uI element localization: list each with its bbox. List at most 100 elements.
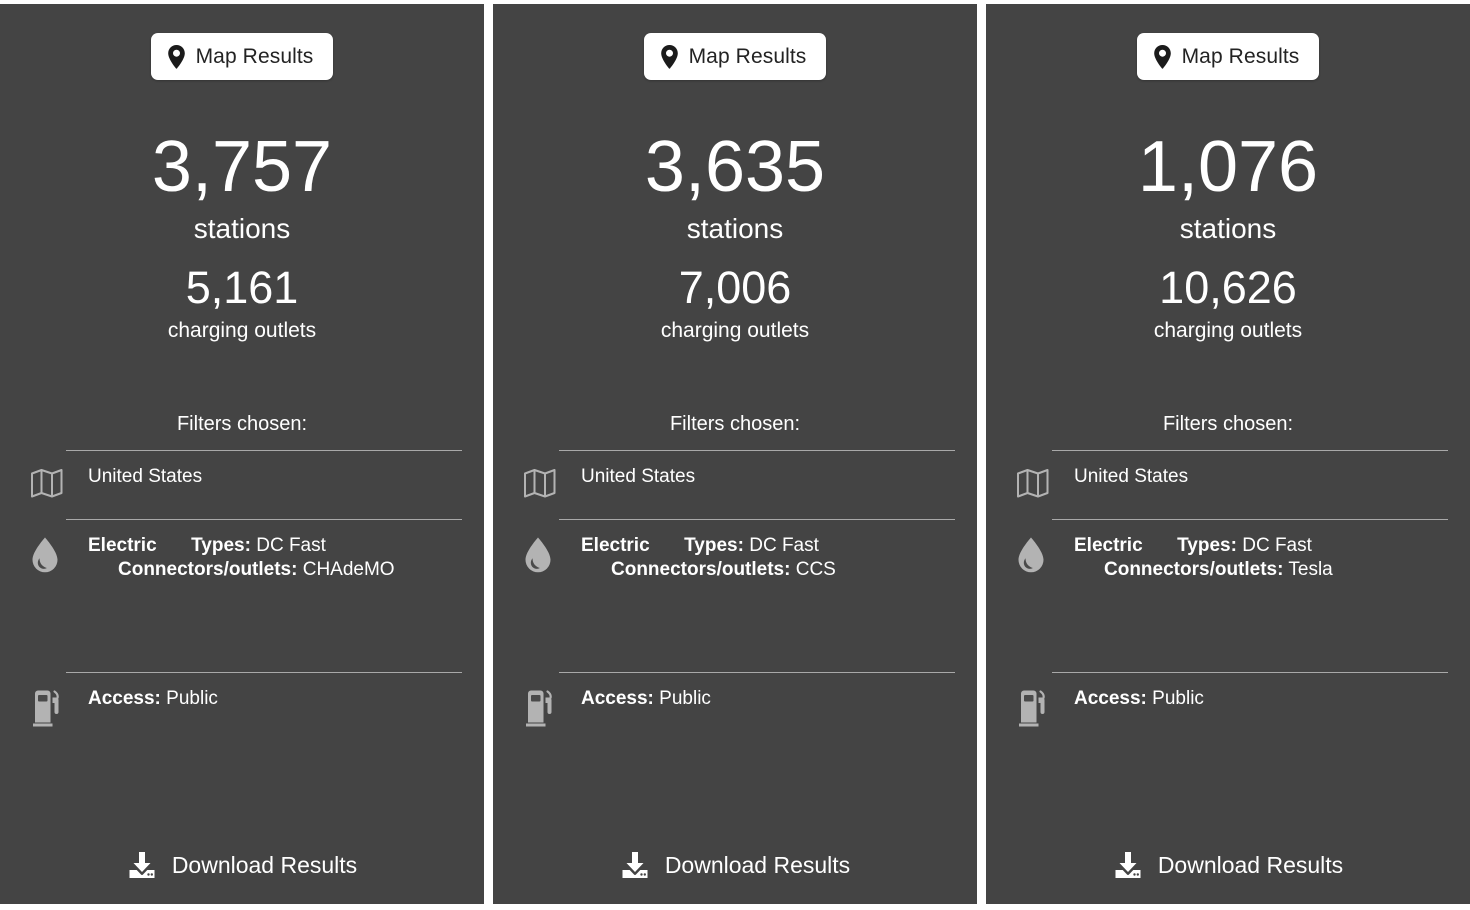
map-pin-icon	[660, 44, 679, 69]
map-results-comparison: Map Results 3,757 stations 5,161 chargin…	[0, 0, 1470, 910]
filter-types-key: Types:	[191, 535, 251, 556]
results-counts: 3,635 stations 7,006 charging outlets	[493, 80, 977, 341]
filter-access-value: Public	[166, 688, 218, 709]
filter-types: Types: DC Fast	[654, 535, 819, 556]
download-results-label: Download Results	[664, 851, 851, 878]
folded-map-icon	[523, 465, 559, 499]
filter-access-body: Access: Public	[66, 687, 462, 711]
filter-region-value: United States	[581, 466, 696, 487]
map-results-label: Map Results	[688, 44, 807, 68]
map-pin-icon	[167, 44, 186, 69]
stations-label: stations	[686, 213, 784, 244]
filter-fuel-type: Electric	[581, 535, 650, 556]
map-results-label: Map Results	[1181, 44, 1300, 68]
results-counts: 3,757 stations 5,161 charging outlets	[0, 80, 484, 341]
filter-connectors-key: Connectors/outlets:	[118, 558, 298, 580]
download-results-label: Download Results	[1157, 851, 1344, 878]
map-results-label: Map Results	[195, 44, 314, 68]
filter-fuel-body: Electric Types: DC Fast Connectors/outle…	[1052, 534, 1448, 582]
filter-connectors-value: CCS	[795, 558, 836, 580]
filter-region-body: United States	[1052, 465, 1448, 489]
filter-access-key: Access:	[581, 688, 654, 709]
filter-types-value: DC Fast	[749, 535, 819, 556]
outlets-label: charging outlets	[167, 319, 317, 342]
download-results-button[interactable]: Download Results	[493, 850, 977, 880]
fuel-pump-icon	[30, 687, 66, 727]
fuel-pump-icon	[1016, 687, 1052, 727]
download-results-button[interactable]: Download Results	[0, 850, 484, 880]
filter-row-access: Access: Public	[523, 673, 955, 745]
download-results-label: Download Results	[171, 851, 358, 878]
filter-access: Access: Public	[581, 688, 711, 709]
filter-region-body: United States	[559, 465, 955, 489]
filter-access-body: Access: Public	[559, 687, 955, 711]
filter-access: Access: Public	[1074, 688, 1204, 709]
filter-region-value: United States	[88, 466, 203, 487]
download-icon	[127, 850, 157, 880]
results-panel: Map Results 3,757 stations 5,161 chargin…	[0, 4, 484, 904]
filter-row-region: United States	[30, 451, 462, 519]
filter-fuel-type: Electric	[88, 535, 157, 556]
outlets-label: charging outlets	[660, 319, 810, 342]
outlets-count: 10,626	[1159, 262, 1297, 313]
map-results-button[interactable]: Map Results	[150, 33, 334, 80]
outlets-label: charging outlets	[1153, 319, 1303, 342]
filters-list: United States Electric Types: DC Fast Co…	[0, 450, 484, 745]
filter-row-region: United States	[523, 451, 955, 519]
map-results-button[interactable]: Map Results	[1136, 33, 1320, 80]
filter-types-key: Types:	[1177, 535, 1237, 556]
map-pin-icon	[1153, 44, 1172, 69]
filter-connectors-value: CHAdeMO	[302, 558, 395, 580]
filter-region-body: United States	[66, 465, 462, 489]
filter-row-access: Access: Public	[1016, 673, 1448, 745]
filters-chosen-title: Filters chosen:	[1162, 413, 1294, 435]
results-panel: Map Results 1,076 stations 10,626 chargi…	[986, 4, 1470, 904]
fuel-droplet-icon	[523, 534, 559, 574]
fuel-droplet-icon	[1016, 534, 1052, 574]
filter-connectors: Connectors/outlets: CHAdeMO	[88, 559, 395, 580]
filter-types-value: DC Fast	[1242, 535, 1312, 556]
filter-connectors-key: Connectors/outlets:	[611, 558, 791, 580]
download-results-button[interactable]: Download Results	[986, 850, 1470, 880]
outlets-count: 5,161	[185, 262, 299, 313]
filters-list: United States Electric Types: DC Fast Co…	[493, 450, 977, 745]
filter-row-region: United States	[1016, 451, 1448, 519]
filter-fuel-body: Electric Types: DC Fast Connectors/outle…	[66, 534, 462, 582]
stations-count: 3,635	[644, 127, 826, 207]
results-counts: 1,076 stations 10,626 charging outlets	[986, 80, 1470, 341]
map-results-button[interactable]: Map Results	[643, 33, 827, 80]
fuel-droplet-icon	[30, 534, 66, 574]
stations-count: 3,757	[151, 127, 333, 207]
outlets-count: 7,006	[678, 262, 792, 313]
filter-connectors-key: Connectors/outlets:	[1104, 558, 1284, 580]
stations-label: stations	[1179, 213, 1277, 244]
filter-types-value: DC Fast	[256, 535, 326, 556]
filter-row-fuel: Electric Types: DC Fast Connectors/outle…	[523, 520, 955, 672]
filter-access-value: Public	[659, 688, 711, 709]
results-panel: Map Results 3,635 stations 7,006 chargin…	[493, 4, 977, 904]
filter-row-fuel: Electric Types: DC Fast Connectors/outle…	[1016, 520, 1448, 672]
filter-connectors: Connectors/outlets: Tesla	[1074, 559, 1333, 580]
filters-chosen-title: Filters chosen:	[669, 413, 801, 435]
filter-access-body: Access: Public	[1052, 687, 1448, 711]
filter-types: Types: DC Fast	[161, 535, 326, 556]
filter-fuel-body: Electric Types: DC Fast Connectors/outle…	[559, 534, 955, 582]
filter-access-value: Public	[1152, 688, 1204, 709]
filter-connectors-value: Tesla	[1288, 558, 1333, 580]
filter-access-key: Access:	[1074, 688, 1147, 709]
filter-types-key: Types:	[684, 535, 744, 556]
filter-row-fuel: Electric Types: DC Fast Connectors/outle…	[30, 520, 462, 672]
filter-access: Access: Public	[88, 688, 218, 709]
folded-map-icon	[30, 465, 66, 499]
filter-connectors: Connectors/outlets: CCS	[581, 559, 836, 580]
download-icon	[620, 850, 650, 880]
filter-region-value: United States	[1074, 466, 1189, 487]
filter-row-access: Access: Public	[30, 673, 462, 745]
filter-access-key: Access:	[88, 688, 161, 709]
filter-fuel-type: Electric	[1074, 535, 1143, 556]
download-icon	[1113, 850, 1143, 880]
folded-map-icon	[1016, 465, 1052, 499]
filter-types: Types: DC Fast	[1147, 535, 1312, 556]
stations-count: 1,076	[1137, 127, 1319, 207]
filters-list: United States Electric Types: DC Fast Co…	[986, 450, 1470, 745]
